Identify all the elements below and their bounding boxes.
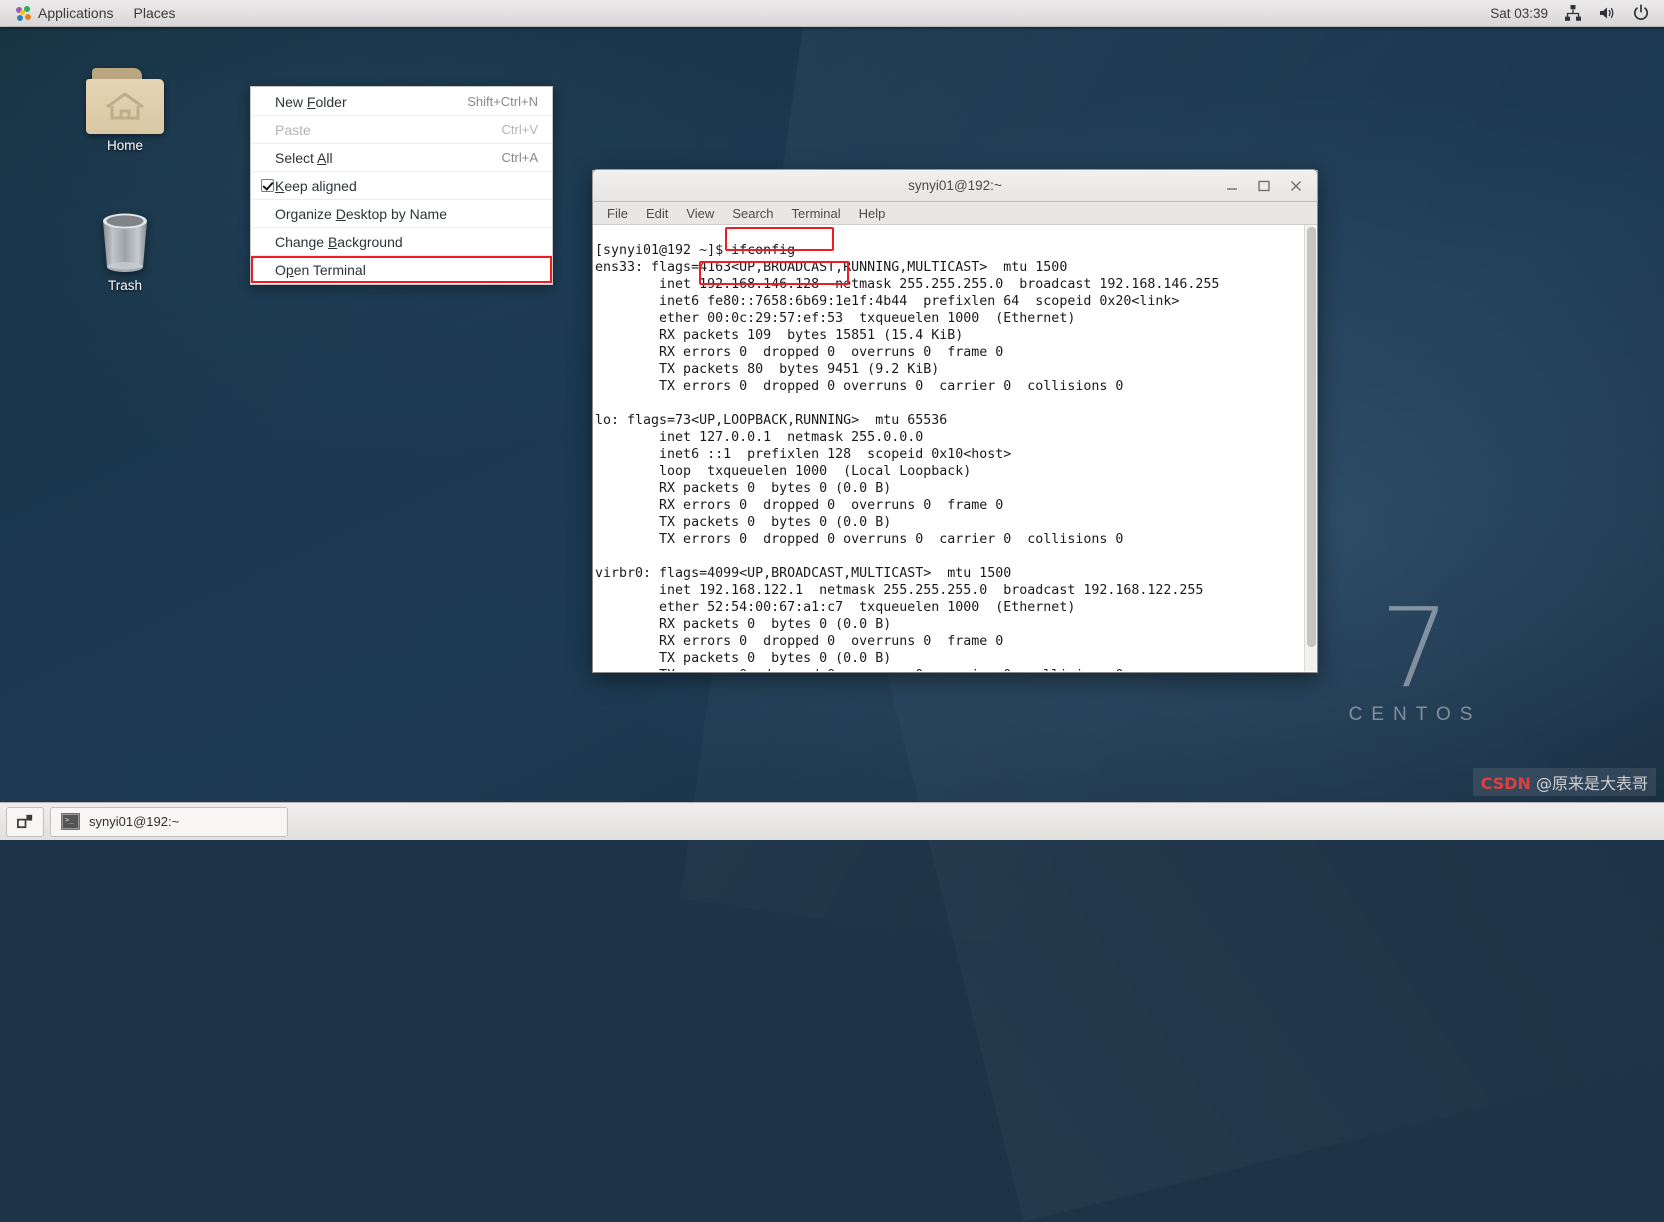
volume-icon[interactable] (1598, 4, 1616, 22)
panel-shadow (0, 27, 1664, 31)
taskbar: >_ synyi01@192:~ (0, 802, 1664, 840)
terminal-scrollbar[interactable] (1304, 225, 1317, 671)
menu-item-label: Organize Desktop by Name (275, 205, 447, 222)
csdn-brand: CSDN (1480, 774, 1531, 793)
menu-item-organize-desktop-by-name[interactable]: Organize Desktop by Name (251, 200, 552, 228)
top-panel: Applications Places Sat 03:39 (0, 0, 1664, 27)
home-folder-icon (86, 68, 164, 134)
taskbar-item-terminal[interactable]: >_ synyi01@192:~ (50, 806, 288, 837)
menu-item-shortcut: Ctrl+A (501, 150, 538, 165)
csdn-author: @原来是大表哥 (1530, 774, 1648, 793)
menu-item-label: Change Background (275, 233, 403, 250)
menu-item-shortcut: Shift+Ctrl+N (467, 94, 538, 109)
menu-view[interactable]: View (678, 204, 722, 223)
menu-item-label: Paste (275, 121, 311, 138)
close-icon[interactable] (1289, 179, 1303, 193)
desktop-icon-label: Trash (107, 278, 142, 293)
network-icon[interactable] (1564, 4, 1582, 22)
menu-item-label: New Folder (275, 93, 347, 110)
terminal-title: synyi01@192:~ (908, 178, 1002, 193)
terminal-icon: >_ (61, 813, 80, 830)
applications-menu-button[interactable]: Applications (7, 1, 123, 25)
menu-edit[interactable]: Edit (638, 204, 676, 223)
house-glyph-icon (106, 92, 144, 120)
power-icon[interactable] (1632, 4, 1650, 22)
show-desktop-button[interactable] (6, 806, 44, 837)
csdn-watermark: CSDN @原来是大表哥 (1472, 768, 1656, 796)
applications-menu-label: Applications (38, 5, 114, 21)
terminal-titlebar[interactable]: synyi01@192:~ (592, 169, 1318, 202)
terminal-menubar: File Edit View Search Terminal Help (593, 202, 1317, 225)
desktop-icon-home[interactable]: Home (65, 68, 185, 153)
window-controls (1225, 179, 1317, 193)
menu-search[interactable]: Search (724, 204, 781, 223)
places-menu-label: Places (133, 5, 176, 21)
menu-item-label: Select All (275, 149, 333, 166)
top-panel-left: Applications Places (0, 1, 185, 25)
menu-item-change-background[interactable]: Change Background (251, 228, 552, 256)
menu-item-new-folder[interactable]: New Folder Shift+Ctrl+N (251, 88, 552, 116)
system-tray: Sat 03:39 (1490, 4, 1664, 22)
menu-item-open-terminal[interactable]: Open Terminal (251, 256, 552, 283)
terminal-scrollbar-thumb[interactable] (1307, 227, 1316, 647)
menu-help[interactable]: Help (851, 204, 894, 223)
desktop-icon-trash[interactable]: Trash (65, 208, 185, 293)
menu-item-keep-aligned[interactable]: Keep aligned (251, 172, 552, 200)
minimize-icon[interactable] (1225, 179, 1239, 193)
menu-item-paste[interactable]: Paste Ctrl+V (251, 116, 552, 144)
terminal-body[interactable]: [synyi01@192 ~]$ ifconfig ens33: flags=4… (593, 225, 1317, 671)
trash-can-icon (94, 208, 156, 274)
keep-aligned-checkbox[interactable] (261, 179, 274, 192)
clock[interactable]: Sat 03:39 (1490, 6, 1548, 21)
maximize-icon[interactable] (1257, 179, 1271, 193)
places-menu-button[interactable]: Places (125, 1, 185, 25)
taskbar-item-label: synyi01@192:~ (89, 814, 180, 829)
show-desktop-icon (16, 814, 32, 829)
menu-item-select-all[interactable]: Select All Ctrl+A (251, 144, 552, 172)
menu-file[interactable]: File (599, 204, 636, 223)
terminal-output: [synyi01@192 ~]$ ifconfig ens33: flags=4… (595, 243, 1220, 671)
menu-item-label: Open Terminal (275, 261, 366, 278)
menu-terminal[interactable]: Terminal (784, 204, 849, 223)
centos-logo-icon (16, 5, 31, 21)
desktop-icon-label: Home (106, 138, 143, 153)
terminal-window[interactable]: synyi01@192:~ File Edit View Search Term… (592, 169, 1318, 673)
menu-item-shortcut: Ctrl+V (501, 122, 538, 137)
desktop-context-menu: New Folder Shift+Ctrl+N Paste Ctrl+V Sel… (250, 86, 553, 285)
menu-item-label: Keep aligned (275, 177, 357, 194)
